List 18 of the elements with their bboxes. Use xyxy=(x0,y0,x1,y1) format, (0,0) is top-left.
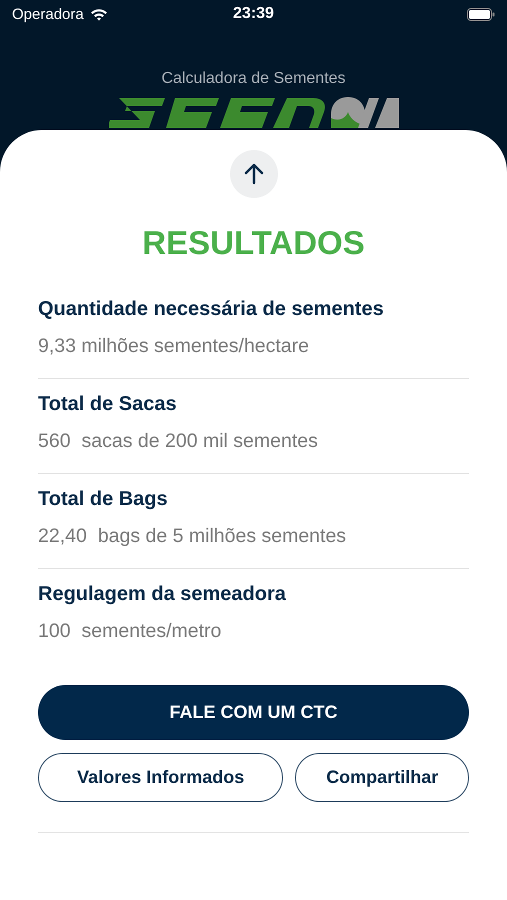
result-unit: sementes/metro xyxy=(82,620,222,643)
result-label: Total de Sacas xyxy=(38,393,178,416)
result-value: 9,33 milhões sementes/hectare xyxy=(38,335,309,358)
result-label: Quantidade necessária de sementes xyxy=(38,298,385,321)
app-subtitle: Calculadora de Sementes xyxy=(161,70,346,88)
result-value: 100 xyxy=(38,620,71,643)
action-button[interactable]: Compartilhar xyxy=(295,753,469,802)
result-unit: sacas de 200 mil sementes xyxy=(82,430,318,453)
action-button[interactable]: Valores Informados xyxy=(38,753,284,802)
status-time: 23:39 xyxy=(233,5,274,23)
contact-button[interactable]: FALE COM UM CTC xyxy=(38,685,469,740)
result-value: 22,40 xyxy=(38,525,87,548)
result-label: Regulagem da semeadora xyxy=(38,583,287,606)
result-unit: bags de 5 milhões sementes xyxy=(98,525,346,548)
result-value: 560 xyxy=(38,430,71,453)
carrier-name: Operadora xyxy=(12,6,84,22)
result-label: Total de Bags xyxy=(38,488,169,511)
results-title: RESULTADOS xyxy=(142,224,365,262)
